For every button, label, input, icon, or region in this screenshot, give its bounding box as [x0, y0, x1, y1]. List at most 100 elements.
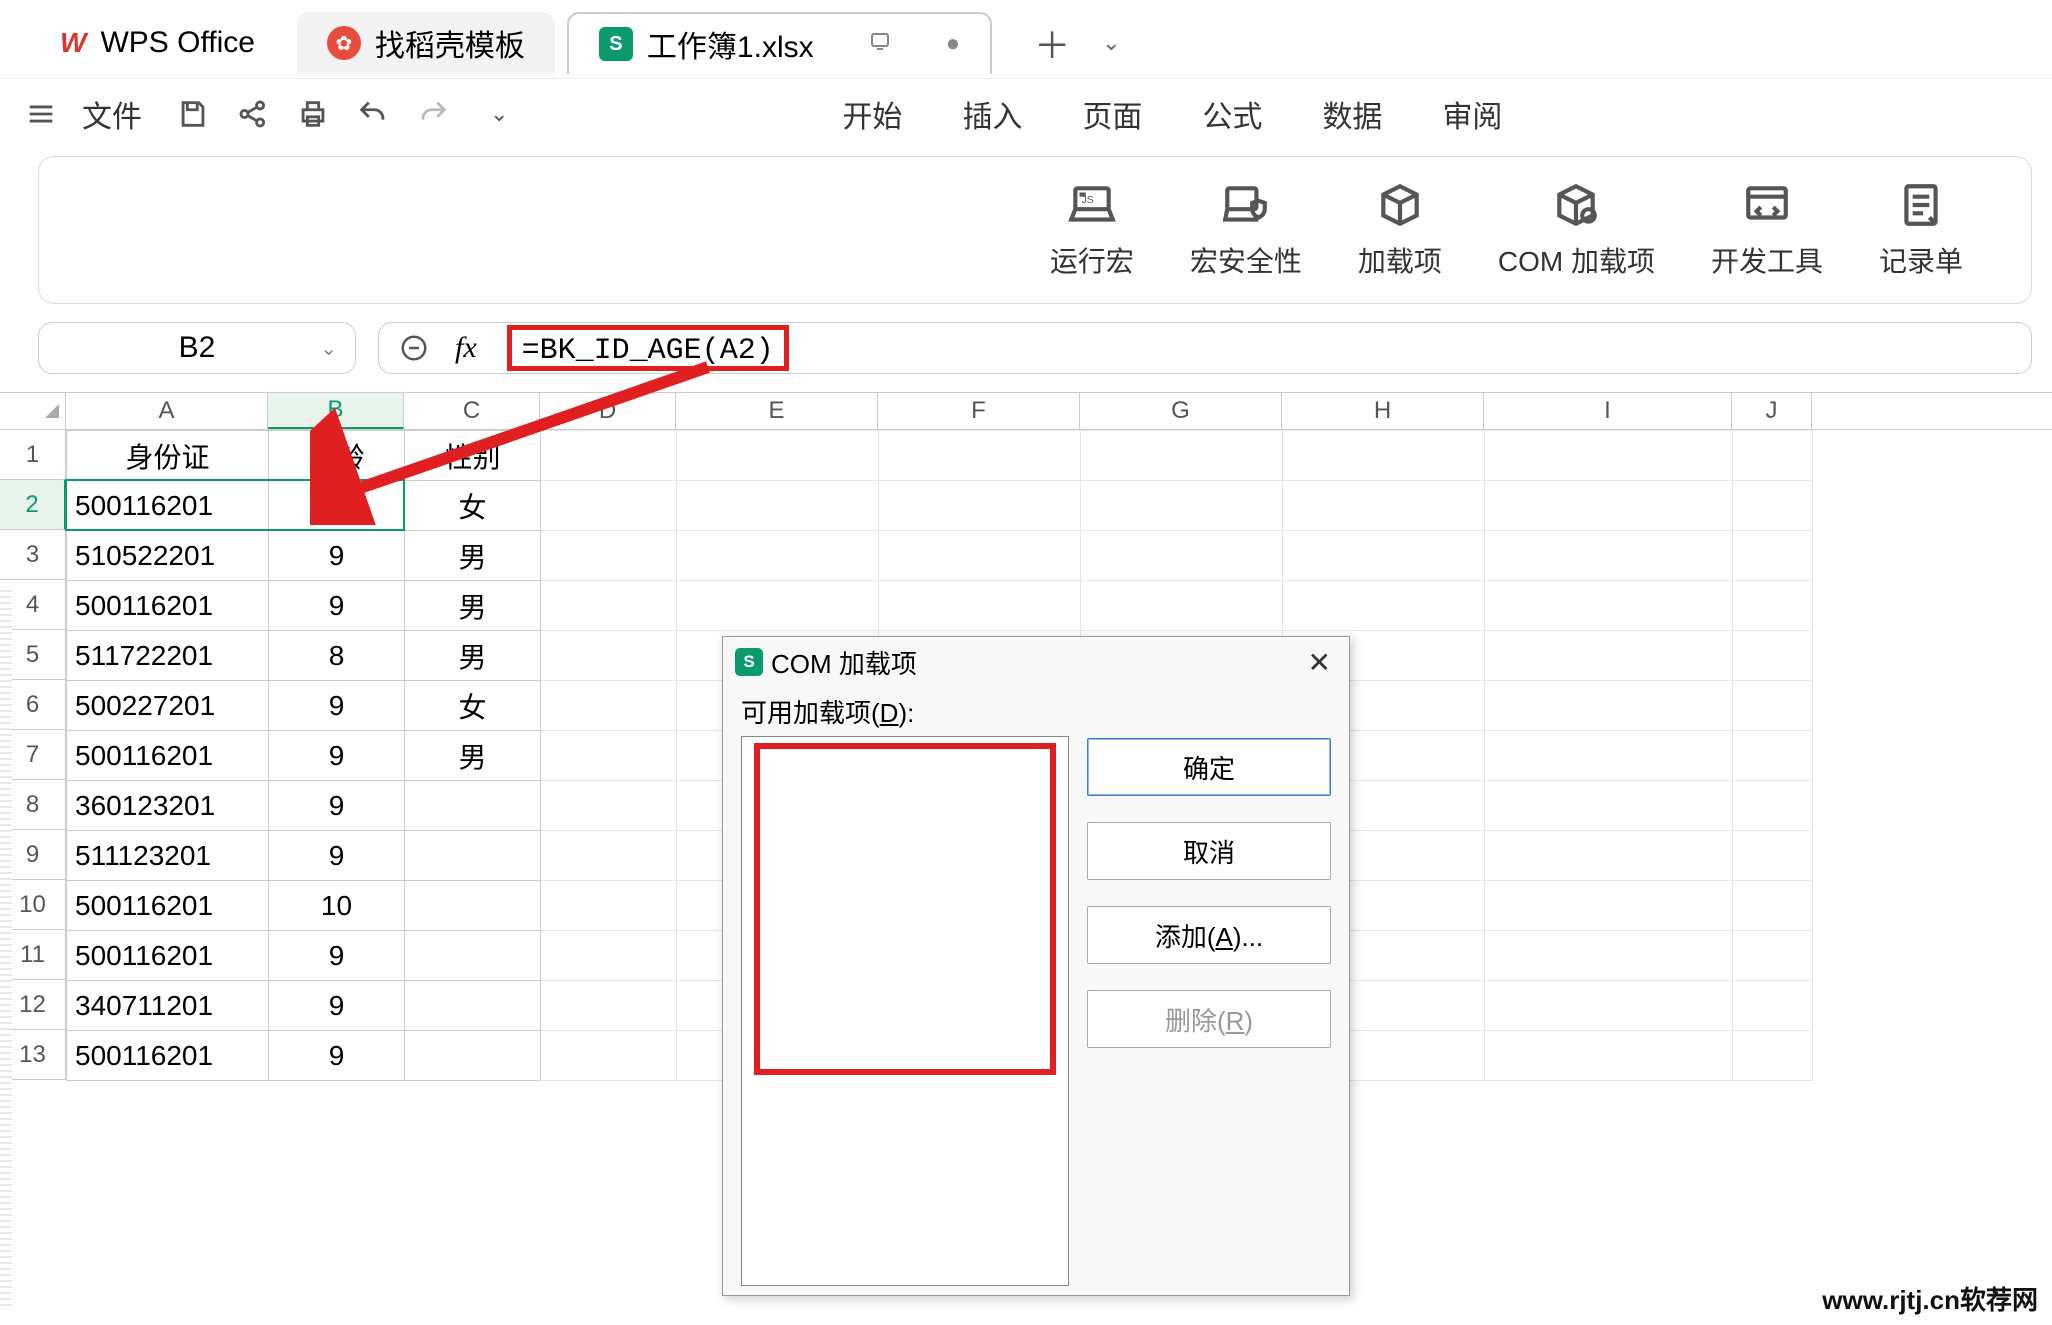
ribbon-addins[interactable]: 加载项: [1358, 180, 1442, 280]
cell[interactable]: 男: [405, 731, 541, 781]
tab-review[interactable]: 审阅: [1442, 92, 1502, 136]
cell[interactable]: [1081, 481, 1283, 531]
cell[interactable]: [1283, 531, 1485, 581]
cell[interactable]: 女: [405, 681, 541, 731]
cell[interactable]: 年龄: [269, 431, 405, 481]
cell[interactable]: [1485, 981, 1733, 1031]
col-header-A[interactable]: A: [66, 393, 268, 429]
cell[interactable]: 500116201: [67, 881, 269, 931]
cell[interactable]: [879, 531, 1081, 581]
add-button[interactable]: 添加(A)...: [1087, 906, 1331, 964]
cell[interactable]: 500116201: [67, 481, 269, 531]
cell[interactable]: [1733, 431, 1813, 481]
cell[interactable]: [677, 481, 879, 531]
select-all-corner[interactable]: [0, 393, 66, 429]
cell[interactable]: [1485, 881, 1733, 931]
cell[interactable]: 9: [269, 931, 405, 981]
row-header[interactable]: 2: [0, 480, 66, 530]
cell[interactable]: [405, 931, 541, 981]
col-header-B[interactable]: B: [268, 393, 404, 429]
fx-icon[interactable]: fx: [455, 331, 477, 365]
row-header[interactable]: 3: [0, 530, 66, 580]
cell[interactable]: [541, 431, 677, 481]
cell[interactable]: [405, 781, 541, 831]
cell[interactable]: [1733, 931, 1813, 981]
cell[interactable]: 9: [269, 481, 405, 531]
cell[interactable]: [1733, 481, 1813, 531]
ribbon-run-macro[interactable]: JS 运行宏: [1050, 180, 1134, 280]
ribbon-record-form[interactable]: 记录单: [1879, 180, 1963, 280]
cell[interactable]: 500116201: [67, 931, 269, 981]
cell[interactable]: [677, 581, 879, 631]
cell[interactable]: [677, 431, 879, 481]
cell[interactable]: [1081, 531, 1283, 581]
cell[interactable]: [1081, 431, 1283, 481]
ok-button[interactable]: 确定: [1087, 738, 1331, 796]
cell[interactable]: [1485, 831, 1733, 881]
wps-tab[interactable]: W WPS Office: [30, 12, 285, 74]
cell[interactable]: [1733, 831, 1813, 881]
cell[interactable]: 10: [269, 881, 405, 931]
cell[interactable]: 500227201: [67, 681, 269, 731]
cell[interactable]: [1733, 631, 1813, 681]
cell[interactable]: 9: [269, 731, 405, 781]
cell[interactable]: 9: [269, 781, 405, 831]
cell[interactable]: [541, 581, 677, 631]
name-box[interactable]: B2 ⌄: [38, 322, 356, 374]
cell[interactable]: [541, 831, 677, 881]
ribbon-macro-security[interactable]: 宏安全性: [1190, 180, 1302, 280]
col-header-C[interactable]: C: [404, 393, 540, 429]
cell[interactable]: [1733, 731, 1813, 781]
cell[interactable]: [1081, 581, 1283, 631]
close-icon[interactable]: ✕: [1302, 646, 1337, 679]
share-icon[interactable]: [230, 91, 276, 137]
cell[interactable]: [541, 781, 677, 831]
ribbon-com-addins[interactable]: COM 加载项: [1498, 180, 1655, 280]
cell[interactable]: [1485, 931, 1733, 981]
cell[interactable]: [1485, 581, 1733, 631]
cell[interactable]: [1733, 781, 1813, 831]
cell[interactable]: 9: [269, 681, 405, 731]
cell[interactable]: 女: [405, 481, 541, 531]
cell[interactable]: [405, 881, 541, 931]
cell[interactable]: [1485, 681, 1733, 731]
cell[interactable]: [1733, 1031, 1813, 1081]
cell[interactable]: [1283, 581, 1485, 631]
print-icon[interactable]: [290, 91, 336, 137]
col-header-H[interactable]: H: [1282, 393, 1484, 429]
cell[interactable]: [1485, 631, 1733, 681]
cell[interactable]: [1733, 681, 1813, 731]
cell[interactable]: 男: [405, 531, 541, 581]
tab-formula[interactable]: 公式: [1202, 92, 1262, 136]
cell[interactable]: 9: [269, 531, 405, 581]
cell[interactable]: [541, 931, 677, 981]
tab-list-chevron-icon[interactable]: ⌄: [1092, 26, 1130, 60]
cell[interactable]: 男: [405, 631, 541, 681]
tab-start[interactable]: 开始: [842, 92, 902, 136]
cell[interactable]: [541, 881, 677, 931]
cell[interactable]: 身份证: [67, 431, 269, 481]
cell[interactable]: 9: [269, 981, 405, 1031]
cell[interactable]: 510522201: [67, 531, 269, 581]
cell[interactable]: [541, 531, 677, 581]
cell[interactable]: [1733, 531, 1813, 581]
cell[interactable]: [541, 731, 677, 781]
formula-input-area[interactable]: fx =BK_ID_AGE(A2): [378, 322, 2032, 374]
cell[interactable]: [541, 1031, 677, 1081]
cell[interactable]: 9: [269, 1031, 405, 1081]
cell[interactable]: 511722201: [67, 631, 269, 681]
cell[interactable]: [1485, 731, 1733, 781]
col-header-D[interactable]: D: [540, 393, 676, 429]
cell[interactable]: 340711201: [67, 981, 269, 1031]
cell[interactable]: [1485, 1031, 1733, 1081]
quick-access-chevron-icon[interactable]: ⌄: [490, 101, 508, 127]
cell[interactable]: [1733, 981, 1813, 1031]
cell[interactable]: [879, 481, 1081, 531]
cell[interactable]: [541, 981, 677, 1031]
col-header-G[interactable]: G: [1080, 393, 1282, 429]
cell[interactable]: [879, 431, 1081, 481]
cell[interactable]: [879, 581, 1081, 631]
workbook-tab[interactable]: S 工作簿1.xlsx ●: [567, 12, 992, 74]
cell[interactable]: 360123201: [67, 781, 269, 831]
col-header-I[interactable]: I: [1484, 393, 1732, 429]
